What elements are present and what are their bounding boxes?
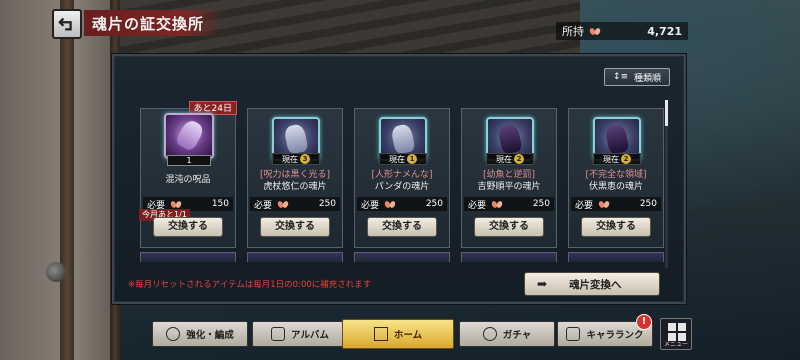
soul-fragment-icon: [492, 199, 502, 209]
soul-fragment-icon: [171, 199, 181, 209]
reset-note: ※毎月リセットされるアイテムは毎月1日の0:00に補充されます: [128, 280, 372, 290]
background-beam: [60, 0, 74, 360]
next-row-card: [461, 252, 557, 262]
nav-home[interactable]: ホーム: [342, 319, 454, 349]
item-cost: 必要 250: [357, 197, 447, 211]
item-cost: 必要 250: [571, 197, 661, 211]
item-name: [人形ナメんな] パンダの魂片: [371, 170, 433, 192]
soul-convert-button[interactable]: ➡ 魂片変換へ: [524, 272, 660, 296]
soul-fragment-icon: [278, 199, 288, 209]
soul-fragment-icon: [385, 199, 395, 209]
current-count: 現在 1: [379, 153, 427, 165]
back-arrow-icon: [58, 17, 72, 31]
cursed-object-icon: [164, 113, 214, 159]
item-name: [呪力は黒く光る] 虎杖悠仁の魂片: [259, 170, 331, 192]
item-name: [幼魚と逆罰] 吉野順平の魂片: [477, 170, 541, 192]
exchange-card: あと24日 1 混沌の呪品 必要 150 今月あと1/1 交換する: [139, 101, 237, 248]
exchange-button[interactable]: 交換する: [474, 217, 544, 237]
item-cost: 必要 250: [250, 197, 340, 211]
item-cost: 必要 250: [464, 197, 554, 211]
item-quantity: 1: [167, 155, 211, 166]
next-row-card: [247, 252, 343, 262]
sort-button[interactable]: ↕≡ 種類順: [604, 68, 670, 86]
current-count: 現在 2: [593, 153, 641, 165]
exchange-button[interactable]: 交換する: [260, 217, 330, 237]
menu-button[interactable]: メニュー: [660, 318, 692, 350]
scrollbar[interactable]: [665, 100, 668, 268]
album-icon: [271, 327, 286, 341]
exchange-button[interactable]: 交換する: [581, 217, 651, 237]
scrollbar-thumb[interactable]: [665, 100, 668, 126]
notification-badge: !: [636, 314, 652, 330]
next-row-card: [568, 252, 664, 262]
back-button[interactable]: [52, 9, 82, 39]
owned-label: 所持: [562, 25, 584, 38]
next-row-card: [140, 252, 236, 262]
team-icon: [166, 327, 181, 341]
sort-icon: ↕≡: [612, 72, 629, 82]
gacha-icon: [482, 327, 497, 341]
current-count: 現在 2: [486, 153, 534, 165]
exchange-panel: ↕≡ 種類順 あと24日 1 混沌の呪品 必要 150 今月あと1/1 交換する: [112, 54, 686, 304]
arrow-right-icon: ➡: [537, 277, 548, 291]
next-row-card: [354, 252, 450, 262]
exchange-card: 現在 1 [人形ナメんな] パンダの魂片 必要 250 交換する: [354, 108, 450, 248]
owned-currency: 所持 4,721: [556, 22, 688, 40]
soul-fragment-icon: [590, 26, 600, 36]
exchange-card: 現在 2 [幼魚と逆罰] 吉野順平の魂片 必要 250 交換する: [461, 108, 557, 248]
item-grid: あと24日 1 混沌の呪品 必要 150 今月あと1/1 交換する 現在 3 […: [139, 101, 665, 262]
door-knob: [46, 262, 66, 282]
soul-fragment-icon: [599, 199, 609, 209]
exchange-card: 現在 2 [不完全な領域] 伏黒恵の魂片 必要 250 交換する: [568, 108, 664, 248]
nav-enhance[interactable]: 強化・編成: [152, 321, 248, 347]
nav-gacha[interactable]: ガチャ: [459, 321, 555, 347]
owned-value: 4,721: [647, 24, 682, 38]
page-title: 魂片の証交換所: [84, 10, 224, 36]
sort-label: 種類順: [634, 73, 662, 84]
current-count: 現在 3: [272, 153, 320, 165]
soul-convert-label: 魂片変換へ: [569, 278, 622, 291]
menu-label: メニュー: [663, 341, 688, 348]
exchange-card: 現在 3 [呪力は黒く光る] 虎杖悠仁の魂片 必要 250 交換する: [247, 108, 343, 248]
rank-icon: [566, 327, 581, 341]
exchange-button[interactable]: 交換する: [153, 217, 223, 237]
nav-album[interactable]: アルバム: [252, 321, 348, 347]
item-name: [不完全な領域] 伏黒恵の魂片: [585, 170, 647, 192]
home-icon: [373, 327, 388, 341]
exchange-button[interactable]: 交換する: [367, 217, 437, 237]
